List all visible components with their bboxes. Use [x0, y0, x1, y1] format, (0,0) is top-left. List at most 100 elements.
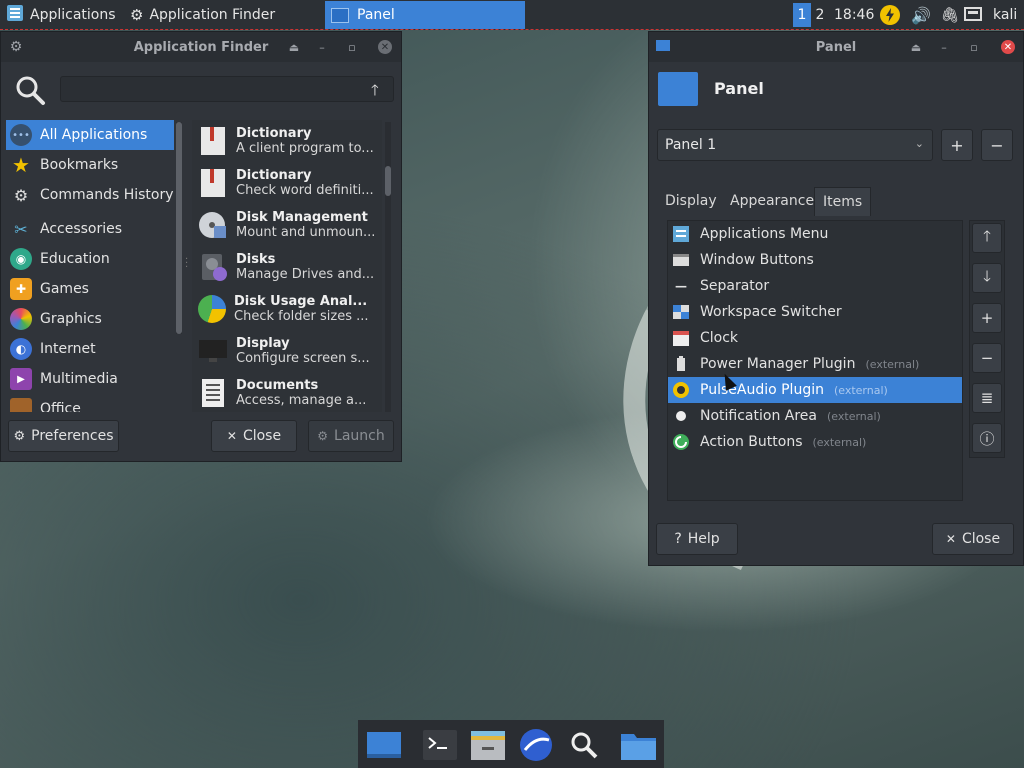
- briefcase-icon: [10, 398, 32, 412]
- category-graphics[interactable]: Graphics: [6, 304, 174, 334]
- panel-close-button[interactable]: ✕ Close: [932, 523, 1014, 555]
- app-name: Dictionary: [236, 168, 312, 183]
- panel-select[interactable]: Panel 1 ⌄: [657, 129, 933, 161]
- list-item[interactable]: Clock: [668, 325, 962, 351]
- list-item[interactable]: Workspace Switcher: [668, 299, 962, 325]
- add-item-button[interactable]: +: [972, 303, 1002, 333]
- list-item[interactable]: Notification Area (external): [668, 403, 962, 429]
- search-icon: [14, 74, 46, 110]
- help-icon: ?: [674, 531, 682, 547]
- list-item[interactable]: Dictionary Check word definiti...: [192, 162, 382, 204]
- list-item[interactable]: Disk Usage Anal... Check folder sizes ...: [192, 288, 382, 330]
- preferences-button[interactable]: ⚙ Preferences: [8, 420, 119, 452]
- window-icon: [331, 7, 349, 23]
- category-multimedia[interactable]: ▶ Multimedia: [6, 364, 174, 394]
- power-icon[interactable]: [880, 5, 900, 25]
- maximize-icon[interactable]: ▫: [967, 40, 981, 54]
- search-icon[interactable]: [566, 728, 602, 762]
- move-down-button[interactable]: 🡓: [972, 263, 1002, 293]
- minimize-icon[interactable]: –: [937, 40, 951, 54]
- app-list-scrollbar[interactable]: [385, 122, 391, 412]
- list-item[interactable]: Action Buttons (external): [668, 429, 962, 455]
- category-internet[interactable]: ◐ Internet: [6, 334, 174, 364]
- add-panel-button[interactable]: +: [941, 129, 973, 161]
- shade-icon[interactable]: ⏏: [287, 40, 301, 54]
- file-manager-icon[interactable]: [470, 728, 506, 762]
- close-button[interactable]: ✕ Close: [211, 420, 297, 452]
- remove-panel-button[interactable]: −: [981, 129, 1013, 161]
- arrow-up-icon[interactable]: 🡑: [371, 80, 379, 105]
- taskbar-button-panel[interactable]: Panel: [325, 1, 525, 29]
- list-item[interactable]: Power Manager Plugin (external): [668, 351, 962, 377]
- app-desc: Mount and unmoun...: [236, 225, 376, 240]
- list-item[interactable]: Display Configure screen s...: [192, 330, 382, 372]
- documents-icon: [198, 378, 228, 408]
- workspace-2[interactable]: 2: [811, 3, 829, 27]
- category-scrollbar[interactable]: [176, 122, 182, 334]
- show-desktop-icon[interactable]: [366, 728, 402, 762]
- item-label: Action Buttons: [700, 434, 803, 450]
- app-desc: Check word definiti...: [236, 183, 374, 198]
- category-bookmarks[interactable]: ★ Bookmarks: [6, 150, 174, 180]
- list-item[interactable]: PulseAudio Plugin (external): [668, 377, 962, 403]
- notification-area-icon: [672, 407, 690, 425]
- category-all-applications[interactable]: ••• All Applications: [6, 120, 174, 150]
- help-button[interactable]: ? Help: [656, 523, 738, 555]
- applications-menu-button[interactable]: Applications: [6, 0, 116, 30]
- item-info-button[interactable]: ⓘ: [972, 423, 1002, 453]
- item-actions-column: 🡑 🡓 + − ≣ ⓘ: [969, 220, 1005, 458]
- paperclip-icon[interactable]: 🖇: [940, 5, 960, 25]
- close-icon: ✕: [945, 532, 956, 546]
- category-list: ••• All Applications ★ Bookmarks ⚙ Comma…: [6, 120, 174, 412]
- tab-items[interactable]: Items: [814, 187, 872, 216]
- taskbar-button-label: Panel: [357, 7, 395, 23]
- dictionary-icon: [198, 126, 228, 156]
- search-input[interactable]: [60, 76, 394, 102]
- launch-icon: ⚙: [317, 429, 329, 443]
- category-commands-history[interactable]: ⚙ Commands History: [6, 180, 174, 210]
- list-item[interactable]: Applications Menu: [668, 221, 962, 247]
- pane-divider-handle[interactable]: · · ·: [185, 255, 188, 273]
- volume-icon[interactable]: 🔊: [911, 5, 931, 25]
- app-finder-launcher[interactable]: ⚙ Application Finder: [130, 0, 275, 30]
- launch-button[interactable]: ⚙ Launch: [308, 420, 394, 452]
- category-accessories[interactable]: ✂ Accessories: [6, 214, 174, 244]
- panel-prefs-titlebar[interactable]: Panel ⏏ – ▫ ✕: [649, 32, 1023, 62]
- remove-item-button[interactable]: −: [972, 343, 1002, 373]
- move-up-button[interactable]: 🡑: [972, 223, 1002, 253]
- category-office[interactable]: Office: [6, 394, 174, 412]
- dictionary-icon: [198, 168, 228, 198]
- list-item[interactable]: Disk Management Mount and unmoun...: [192, 204, 382, 246]
- gear-icon: ⚙: [130, 6, 144, 24]
- network-icon[interactable]: [963, 5, 983, 25]
- minimize-icon[interactable]: –: [315, 40, 329, 54]
- tab-appearance[interactable]: Appearance: [722, 187, 822, 215]
- maximize-icon[interactable]: ▫: [345, 40, 359, 54]
- folder-icon[interactable]: [620, 728, 656, 762]
- list-item[interactable]: Documents Access, manage a...: [192, 372, 382, 412]
- app-finder-launcher-label: Application Finder: [149, 7, 276, 23]
- multimedia-icon: ▶: [10, 368, 32, 390]
- list-item[interactable]: Disks Manage Drives and...: [192, 246, 382, 288]
- close-icon[interactable]: ✕: [1001, 40, 1015, 54]
- list-item[interactable]: — Separator: [668, 273, 962, 299]
- tab-display[interactable]: Display: [657, 187, 725, 215]
- shade-icon[interactable]: ⏏: [909, 40, 923, 54]
- panel-items-list: Applications Menu Window Buttons — Separ…: [667, 220, 963, 501]
- category-games[interactable]: ✚ Games: [6, 274, 174, 304]
- action-buttons-icon: [672, 433, 690, 451]
- list-item[interactable]: Dictionary A client program to...: [192, 120, 382, 162]
- user-label[interactable]: kali: [993, 0, 1017, 30]
- app-finder-titlebar[interactable]: ⚙ Application Finder ⏏ – ▫ ✕: [1, 32, 401, 62]
- workspace-1[interactable]: 1: [793, 3, 811, 27]
- list-item[interactable]: Window Buttons: [668, 247, 962, 273]
- category-education[interactable]: ◉ Education: [6, 244, 174, 274]
- web-browser-icon[interactable]: [518, 728, 554, 762]
- clock[interactable]: 18:46: [834, 0, 874, 30]
- app-name: Display: [236, 336, 290, 351]
- close-icon[interactable]: ✕: [378, 40, 392, 54]
- close-label: Close: [961, 531, 1001, 547]
- terminal-icon[interactable]: [422, 728, 458, 762]
- item-properties-button[interactable]: ≣: [972, 383, 1002, 413]
- app-desc: A client program to...: [236, 141, 374, 156]
